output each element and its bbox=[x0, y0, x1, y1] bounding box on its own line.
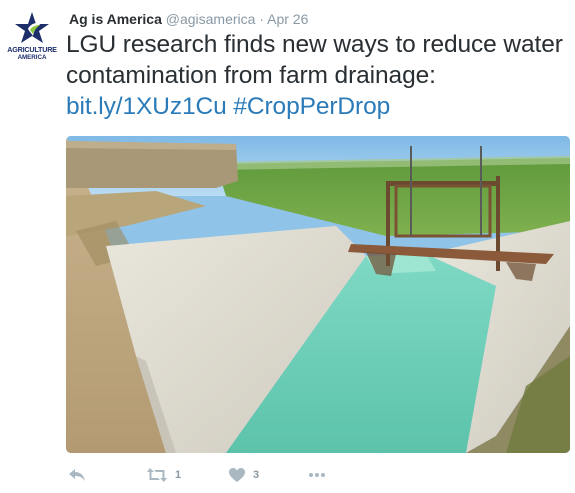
tweet-actions: 1 3 bbox=[66, 463, 466, 487]
tweet-link[interactable]: bit.ly/1XUz1Cu bbox=[66, 93, 227, 120]
like-count: 3 bbox=[253, 469, 260, 481]
avatar[interactable]: AGRICULTURE AMERICA bbox=[6, 10, 58, 66]
irrigation-canal-photo-icon bbox=[66, 136, 570, 453]
tweet: AGRICULTURE AMERICA Ag is America @agisa… bbox=[0, 0, 575, 493]
retweet-icon bbox=[147, 468, 167, 482]
tweet-photo[interactable] bbox=[66, 136, 570, 453]
avatar-text-line1: AGRICULTURE bbox=[7, 45, 57, 54]
more-button[interactable] bbox=[307, 463, 327, 487]
reply-button[interactable] bbox=[68, 463, 86, 487]
avatar-text-line2: AMERICA bbox=[17, 54, 47, 61]
hashtag-link[interactable]: #CropPerDrop bbox=[233, 93, 390, 120]
separator-dot: · bbox=[259, 11, 264, 27]
timestamp[interactable]: Apr 26 bbox=[267, 11, 308, 27]
heart-icon bbox=[229, 468, 245, 482]
author-name[interactable]: Ag is America bbox=[69, 11, 162, 27]
retweet-count: 1 bbox=[175, 469, 182, 481]
star-logo-icon bbox=[15, 12, 49, 43]
tweet-body: LGU research finds new ways to reduce wa… bbox=[66, 31, 563, 89]
more-icon bbox=[309, 473, 325, 477]
tweet-text: LGU research finds new ways to reduce wa… bbox=[66, 29, 571, 122]
author-handle[interactable]: @agisamerica bbox=[166, 11, 256, 27]
like-button[interactable]: 3 bbox=[228, 463, 259, 487]
reply-icon bbox=[69, 469, 85, 481]
retweet-button[interactable]: 1 bbox=[146, 463, 181, 487]
tweet-header: Ag is America @agisamerica · Apr 26 bbox=[69, 10, 308, 28]
